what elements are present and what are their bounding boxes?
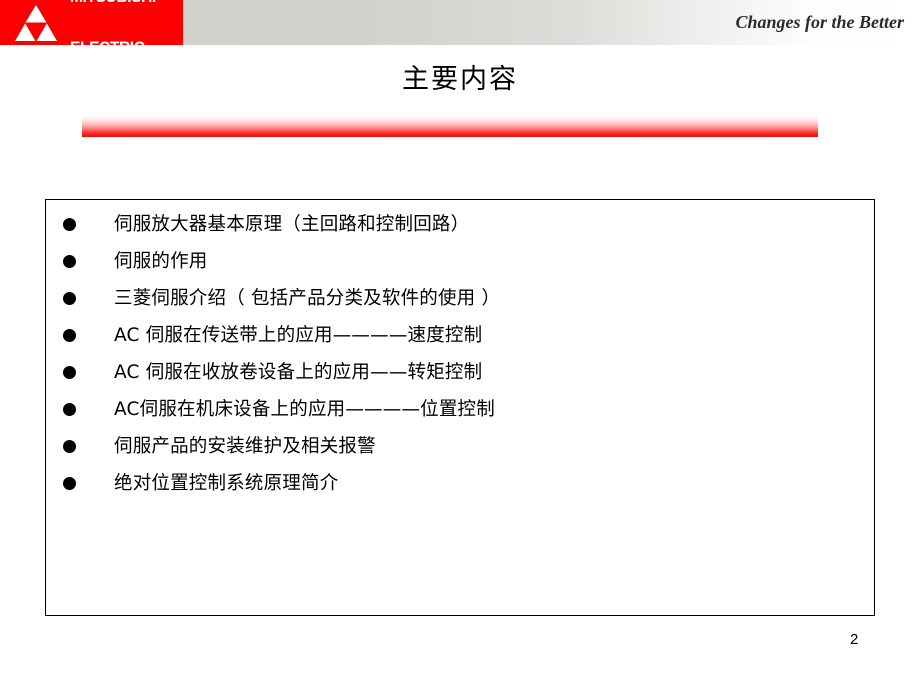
brand-wordmark: MITSUBISHI ELECTRIC <box>70 0 156 45</box>
brand-tagline: Changes for the Better <box>735 12 904 32</box>
brand-logo-block: MITSUBISHI ELECTRIC <box>0 0 183 45</box>
list-item: AC伺服在机床设备上的应用————位置控制 <box>60 391 864 428</box>
list-item-label: 伺服放大器基本原理（主回路和控制回路） <box>114 214 470 235</box>
bullet-dot-icon <box>60 329 78 342</box>
list-item-label: 三菱伺服介绍（ 包括产品分类及软件的使用 ） <box>114 288 501 309</box>
list-item-label: AC 伺服在收放卷设备上的应用——转矩控制 <box>114 362 483 383</box>
title-underline-rule <box>82 114 818 137</box>
page-number: 2 <box>850 631 859 648</box>
content-box: 伺服放大器基本原理（主回路和控制回路） 伺服的作用三菱伺服介绍（ 包括产品分类及软… <box>45 199 875 616</box>
list-item: 伺服放大器基本原理（主回路和控制回路） <box>60 206 864 243</box>
bullet-dot-icon <box>60 440 78 453</box>
list-item-label: AC伺服在机床设备上的应用————位置控制 <box>114 399 495 420</box>
list-item: 伺服的作用 <box>60 243 864 280</box>
list-item-label: 伺服产品的安装维护及相关报警 <box>114 436 376 457</box>
list-item: 绝对位置控制系统原理简介 <box>60 465 864 502</box>
bullet-dot-icon <box>60 292 78 305</box>
bullet-dot-icon <box>60 255 78 268</box>
list-item: AC 伺服在收放卷设备上的应用——转矩控制 <box>60 354 864 391</box>
list-item-label: 伺服的作用 <box>114 251 208 272</box>
list-item-label: AC 伺服在传送带上的应用————速度控制 <box>114 325 483 346</box>
list-item-label: 绝对位置控制系统原理简介 <box>114 473 339 494</box>
mitsubishi-three-diamonds-icon <box>15 4 57 41</box>
list-item: 伺服产品的安装维护及相关报警 <box>60 428 864 465</box>
bullet-dot-icon <box>60 403 78 416</box>
list-item: 三菱伺服介绍（ 包括产品分类及软件的使用 ） <box>60 280 864 317</box>
header-band: MITSUBISHI ELECTRIC Changes for the Bett… <box>0 0 920 45</box>
bullet-dot-icon <box>60 366 78 379</box>
agenda-list: 伺服放大器基本原理（主回路和控制回路） 伺服的作用三菱伺服介绍（ 包括产品分类及软… <box>60 206 864 502</box>
brand-wordmark-line-1: MITSUBISHI <box>70 0 156 5</box>
list-item: AC 伺服在传送带上的应用————速度控制 <box>60 317 864 354</box>
bullet-dot-icon <box>60 477 78 490</box>
brand-wordmark-line-2: ELECTRIC <box>70 40 156 45</box>
slide-title: 主要内容 <box>402 64 518 95</box>
bullet-dot-icon <box>60 218 78 231</box>
